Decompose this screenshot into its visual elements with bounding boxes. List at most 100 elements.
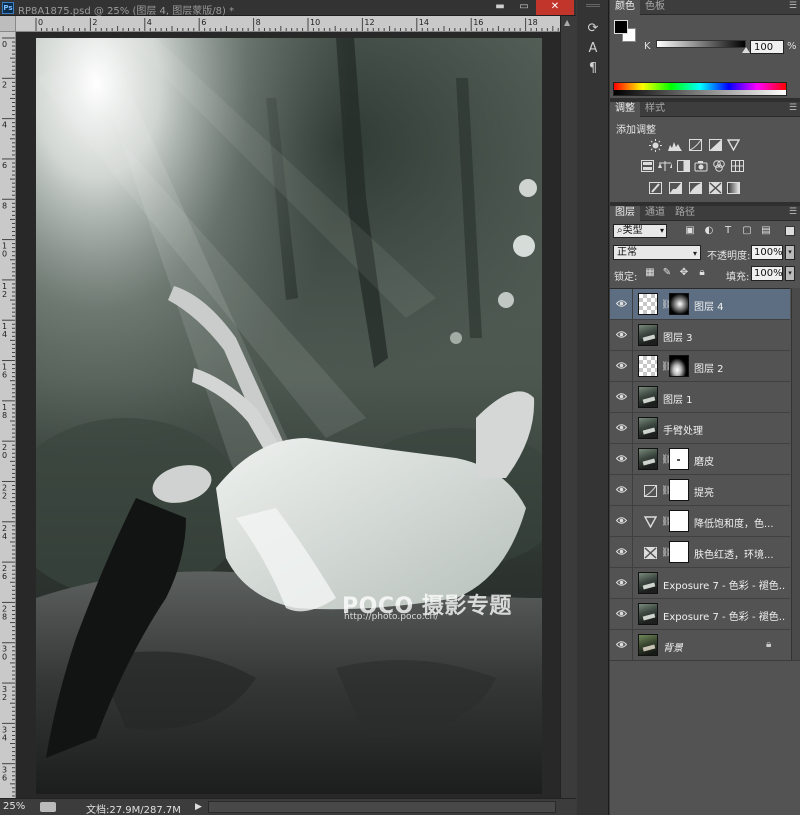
layer-row[interactable]: ⛓ 磨皮: [610, 444, 790, 475]
layer-row[interactable]: Exposure 7 - 色彩 - 褪色...: [610, 568, 790, 599]
fill-dropdown-icon[interactable]: ▾: [785, 266, 795, 281]
visibility-eye-icon[interactable]: [616, 361, 627, 370]
photo-filter-icon[interactable]: [694, 160, 708, 172]
visibility-eye-icon[interactable]: [616, 547, 627, 556]
filter-smart-object-icon[interactable]: ▤: [759, 224, 773, 238]
lock-all-icon[interactable]: 🔒︎: [696, 267, 708, 279]
layer-name[interactable]: 图层 4: [694, 298, 724, 313]
zoom-level[interactable]: 25%: [3, 801, 25, 812]
layer-row[interactable]: 图层 3: [610, 320, 790, 351]
layer-name[interactable]: Exposure 7 - 色彩 - 褪色...: [663, 577, 785, 592]
layer-name[interactable]: 手臂处理: [663, 422, 703, 437]
layer-thumbnail[interactable]: [638, 324, 658, 346]
visibility-eye-icon[interactable]: [616, 392, 627, 401]
blend-mode-select[interactable]: 正常 ▾: [613, 245, 701, 260]
document-title-bar[interactable]: Ps RP8A1875.psd @ 25% (图层 4, 图层蒙版/8) * ▬…: [0, 0, 576, 17]
selective-color-icon[interactable]: [708, 182, 722, 194]
filter-adjustment-icon[interactable]: ◐: [702, 224, 716, 238]
threshold-icon[interactable]: [688, 182, 702, 194]
k-slider-thumb[interactable]: [742, 47, 750, 53]
filter-pixel-icon[interactable]: ▣: [683, 224, 697, 238]
curves-adjustment-icon[interactable]: [642, 484, 658, 498]
vertical-scrollbar[interactable]: ▲: [560, 16, 576, 798]
visibility-eye-icon[interactable]: [616, 640, 627, 649]
layer-mask-thumbnail[interactable]: [669, 448, 689, 470]
curves-icon[interactable]: [688, 139, 702, 151]
layer-row[interactable]: ⛓ 图层 2: [610, 351, 790, 382]
visibility-eye-icon[interactable]: [616, 485, 627, 494]
mask-link-icon[interactable]: ⛓: [661, 361, 672, 373]
horizontal-scrollbar[interactable]: [208, 801, 556, 813]
layer-filter-kind-select[interactable]: ⌕类型 ▾: [613, 224, 667, 238]
black-white-icon[interactable]: [676, 160, 690, 172]
canvas-area[interactable]: POCO 摄影专题 http://photo.poco.cn/: [16, 32, 560, 798]
tab-color[interactable]: 颜色: [610, 0, 640, 15]
exposure-icon[interactable]: [708, 139, 722, 151]
foreground-color-swatch[interactable]: [614, 20, 628, 34]
status-info-icon[interactable]: [40, 802, 56, 812]
layer-thumbnail[interactable]: [638, 355, 658, 377]
paragraph-icon[interactable]: ¶: [583, 60, 603, 78]
lock-image-pixels-icon[interactable]: ✎: [661, 267, 673, 279]
panel-menu-icon[interactable]: ☰: [789, 1, 797, 11]
layer-thumbnail[interactable]: [638, 572, 658, 594]
mask-link-icon[interactable]: ⛓: [661, 454, 672, 466]
layer-row[interactable]: 图层 1: [610, 382, 790, 413]
panel-menu-icon[interactable]: ☰: [789, 103, 797, 113]
layer-name[interactable]: 肤色红透，环境...: [694, 546, 774, 561]
k-slider[interactable]: [656, 40, 746, 48]
visibility-eye-icon[interactable]: [616, 330, 627, 339]
layer-name[interactable]: 降低饱和度，色...: [694, 515, 774, 530]
invert-icon[interactable]: [648, 182, 662, 194]
vibrance-adjustment-icon[interactable]: [642, 515, 658, 529]
layer-thumbnail[interactable]: [638, 417, 658, 439]
vibrance-icon[interactable]: [726, 139, 740, 151]
tab-swatches[interactable]: 色板: [640, 0, 670, 15]
layer-row[interactable]: 手臂处理: [610, 413, 790, 444]
layer-name[interactable]: 提亮: [694, 484, 714, 499]
layer-mask-thumbnail[interactable]: [669, 479, 689, 501]
layer-name[interactable]: 磨皮: [694, 453, 714, 468]
fill-input[interactable]: 100%: [751, 266, 783, 281]
visibility-eye-icon[interactable]: [616, 578, 627, 587]
layer-name[interactable]: 背景: [663, 639, 683, 654]
levels-icon[interactable]: [668, 139, 682, 151]
layers-scrollbar[interactable]: [791, 288, 800, 660]
k-value-input[interactable]: 100: [750, 40, 784, 54]
horizontal-ruler[interactable]: 0 2 4 6 8 10 12 14 16 18: [16, 16, 560, 32]
color-balance-icon[interactable]: [658, 160, 672, 172]
visibility-eye-icon[interactable]: [616, 516, 627, 525]
channel-mixer-icon[interactable]: [712, 160, 726, 172]
tab-paths[interactable]: 路径: [670, 206, 700, 221]
mask-link-icon[interactable]: ⛓: [661, 516, 672, 528]
visibility-eye-icon[interactable]: [616, 454, 627, 463]
layer-name[interactable]: Exposure 7 - 色彩 - 褪色...: [663, 608, 785, 623]
color-spectrum-bar[interactable]: [613, 82, 787, 96]
color-lookup-icon[interactable]: [730, 160, 744, 172]
layer-thumbnail[interactable]: [638, 386, 658, 408]
layer-row[interactable]: ⛓ 提亮: [610, 475, 790, 506]
visibility-eye-icon[interactable]: [616, 609, 627, 618]
filter-toggle-switch[interactable]: [785, 226, 795, 236]
visibility-eye-icon[interactable]: [616, 299, 627, 308]
layer-row[interactable]: ⛓ 肤色红透，环境...: [610, 537, 790, 568]
mask-link-icon[interactable]: ⛓: [661, 547, 672, 559]
opacity-input[interactable]: 100%: [751, 245, 783, 260]
mask-link-icon[interactable]: ⛓: [661, 485, 672, 497]
character-icon[interactable]: A: [583, 40, 603, 58]
layer-name[interactable]: 图层 3: [663, 329, 693, 344]
hue-saturation-icon[interactable]: [640, 160, 654, 172]
maximize-button[interactable]: ▭: [512, 0, 536, 15]
gradient-map-icon[interactable]: [726, 182, 740, 194]
layer-name[interactable]: 图层 2: [694, 360, 724, 375]
layer-mask-thumbnail[interactable]: [669, 355, 689, 377]
dock-grip[interactable]: [586, 4, 600, 7]
filter-type-icon[interactable]: T: [721, 224, 735, 238]
minimize-button[interactable]: ▬: [488, 0, 512, 15]
layer-thumbnail[interactable]: [638, 634, 658, 656]
layer-row[interactable]: ⛓ 降低饱和度，色...: [610, 506, 790, 537]
visibility-eye-icon[interactable]: [616, 423, 627, 432]
filter-shape-icon[interactable]: ▢: [740, 224, 754, 238]
ruler-origin[interactable]: [0, 16, 16, 32]
layer-mask-thumbnail[interactable]: [669, 510, 689, 532]
